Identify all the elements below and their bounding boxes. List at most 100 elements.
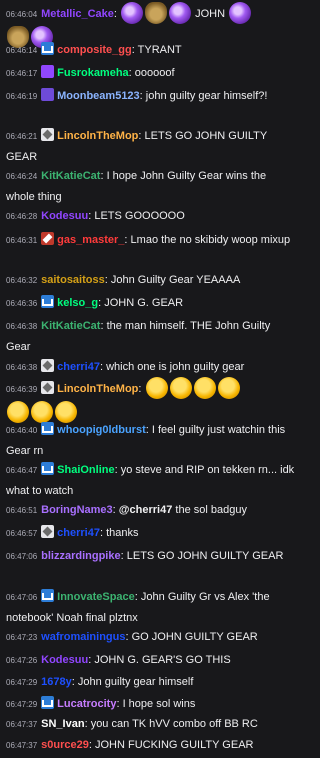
message-text: GO JOHN GUILTY GEAR <box>131 631 258 643</box>
timestamp: 06:47:37 <box>6 741 38 750</box>
message-text: John Guilty Gear YEAAAA <box>110 274 241 286</box>
bits-badge-icon[interactable] <box>41 359 55 372</box>
timestamp: 06:46:51 <box>6 506 38 515</box>
timestamp: 06:46:24 <box>6 172 38 181</box>
chat-message: 06:46:31 gas_master_: Lmao the no skibidy… <box>6 232 291 246</box>
timestamp: 06:46:38 <box>6 322 38 331</box>
subscriber-badge-icon[interactable] <box>41 42 55 55</box>
username[interactable]: Kodesuu <box>41 654 88 666</box>
message-text: TYRANT <box>137 44 182 56</box>
wario-emote <box>169 377 192 399</box>
bits-badge-icon[interactable] <box>41 525 55 538</box>
username[interactable]: Lucatrocity <box>57 698 116 710</box>
chat-message: 06:47:23 wafromainingus: GO JOHN GUILTY G… <box>6 631 258 643</box>
chat-message: 06:46:32 saitosaitoss: John Guilty Gear Y… <box>6 274 241 286</box>
timestamp: 06:47:26 <box>6 656 38 665</box>
chat-message: 06:47:29 Lucatrocity: I hope sol wins <box>6 696 196 710</box>
username[interactable]: ShaiOnline <box>57 464 114 476</box>
message-text: JOHN G. GEAR <box>104 297 184 309</box>
purple-swirl-emote <box>229 2 252 24</box>
purple-swirl-emote <box>169 2 192 24</box>
bits-badge-icon[interactable] <box>41 128 55 141</box>
subscriber-badge-icon[interactable] <box>41 589 55 602</box>
prime-badge-icon[interactable] <box>41 65 55 78</box>
username[interactable]: Kodesuu <box>41 210 88 222</box>
message-text: LETS GOOOOOO <box>94 210 185 222</box>
wario-emote <box>193 377 216 399</box>
chat-message: 06:46:36 kelso_g: JOHN G. GEAR <box>6 295 184 309</box>
chat-message: 06:46:14 composite_gg: TYRANT <box>6 42 182 56</box>
wario-emote <box>145 377 168 399</box>
timestamp: 06:47:29 <box>6 678 38 687</box>
message-text: John guilty gear himself <box>77 676 194 688</box>
username[interactable]: wafromainingus <box>41 631 125 643</box>
timestamp: 06:46:40 <box>6 426 38 435</box>
timestamp: 06:46:38 <box>6 363 38 372</box>
username[interactable]: Moonbeam5123 <box>57 90 140 102</box>
username[interactable]: kelso_g <box>57 297 98 309</box>
timestamp: 06:46:57 <box>6 529 38 538</box>
message-text: john guilty gear himself?! <box>145 90 268 102</box>
timestamp: 06:46:32 <box>6 276 38 285</box>
username[interactable]: LincolnTheMop <box>57 383 138 395</box>
chat-message: 06:47:29 1678y: John guilty gear himself <box>6 676 194 688</box>
timestamp: 06:46:14 <box>6 46 38 55</box>
timestamp: 06:47:06 <box>6 593 38 602</box>
chat-message: 06:47:37 SN_Ivan: you can TK hVV combo of… <box>6 718 258 730</box>
username[interactable]: 1678y <box>41 676 72 688</box>
username[interactable]: KitKatieCat <box>41 320 100 332</box>
chat-message: 06:46:17 Fusrokameha: oooooof <box>6 65 175 79</box>
message-text: oooooof <box>134 67 175 79</box>
bits-badge-icon[interactable] <box>41 381 55 394</box>
timestamp: 06:46:28 <box>6 212 38 221</box>
wario-emote <box>217 377 240 399</box>
message-text: JOHN <box>195 8 226 20</box>
username[interactable]: Metallic_Cake <box>41 8 114 20</box>
timestamp: 06:47:23 <box>6 633 38 642</box>
subscriber-badge-icon[interactable] <box>41 422 55 435</box>
username[interactable]: s0urce29 <box>41 739 89 751</box>
username[interactable]: whoopig0ldburst <box>57 424 146 436</box>
username[interactable]: blizzardingpike <box>41 550 120 562</box>
username[interactable]: LincolnTheMop <box>57 130 138 142</box>
username[interactable]: gas_master_ <box>57 234 124 246</box>
message-text: LETS GO JOHN GUILTY GEAR <box>126 550 284 562</box>
timestamp: 06:46:19 <box>6 92 38 101</box>
message-text: thanks <box>106 527 139 539</box>
username[interactable]: cherri47 <box>57 527 100 539</box>
message-text: I hope sol wins <box>122 698 196 710</box>
chat-message: 06:47:06 blizzardingpike: LETS GO JOHN GU… <box>6 550 284 562</box>
timestamp: 06:47:06 <box>6 552 38 561</box>
message-text: which one is john guilty gear <box>106 361 245 373</box>
username[interactable]: SN_Ivan <box>41 718 84 730</box>
star-badge-icon[interactable] <box>41 88 55 101</box>
username[interactable]: saitosaitoss <box>41 274 105 286</box>
mention[interactable]: @cherri47 <box>119 504 173 516</box>
pot-emote <box>145 2 168 24</box>
message-text: Lmao the no skibidy woop mixup <box>130 234 291 246</box>
chat-message: 06:47:26 Kodesuu: JOHN G. GEAR'S GO THIS <box>6 654 231 666</box>
timestamp: 06:46:36 <box>6 299 38 308</box>
username[interactable]: cherri47 <box>57 361 100 373</box>
subscriber-badge-icon[interactable] <box>41 295 55 308</box>
message-text: JOHN FUCKING GUILTY GEAR <box>94 739 254 751</box>
subscriber-badge-icon[interactable] <box>41 462 55 475</box>
subscriber-badge-icon[interactable] <box>41 696 55 709</box>
chat-panel: 06:46:04 Metallic_Cake: JOHN 06:46:14 comp… <box>0 0 301 758</box>
chat-message: 06:46:51 BoringName3: @cherri47 the sol b… <box>6 504 247 516</box>
chat-message: 06:46:40 whoopig0ldburst: I feel guilty j… <box>6 422 286 457</box>
chat-message: 06:46:19 Moonbeam5123: john guilty gear h… <box>6 88 268 102</box>
timestamp: 06:46:31 <box>6 236 38 245</box>
message-text: JOHN G. GEAR'S GO THIS <box>94 654 231 666</box>
purple-swirl-emote <box>121 2 144 24</box>
username[interactable]: KitKatieCat <box>41 170 100 182</box>
chat-message: 06:46:39 LincolnTheMop: <box>0 377 301 424</box>
username[interactable]: composite_gg <box>57 44 132 56</box>
username[interactable]: Fusrokameha <box>57 67 129 79</box>
sword-badge-icon[interactable] <box>41 232 55 245</box>
timestamp: 06:47:37 <box>6 720 38 729</box>
message-text: you can TK hVV combo off BB RC <box>90 718 258 730</box>
username[interactable]: BoringName3 <box>41 504 113 516</box>
chat-message: 06:47:37 s0urce29: JOHN FUCKING GUILTY GE… <box>6 739 254 751</box>
username[interactable]: InnovateSpace <box>57 591 135 603</box>
